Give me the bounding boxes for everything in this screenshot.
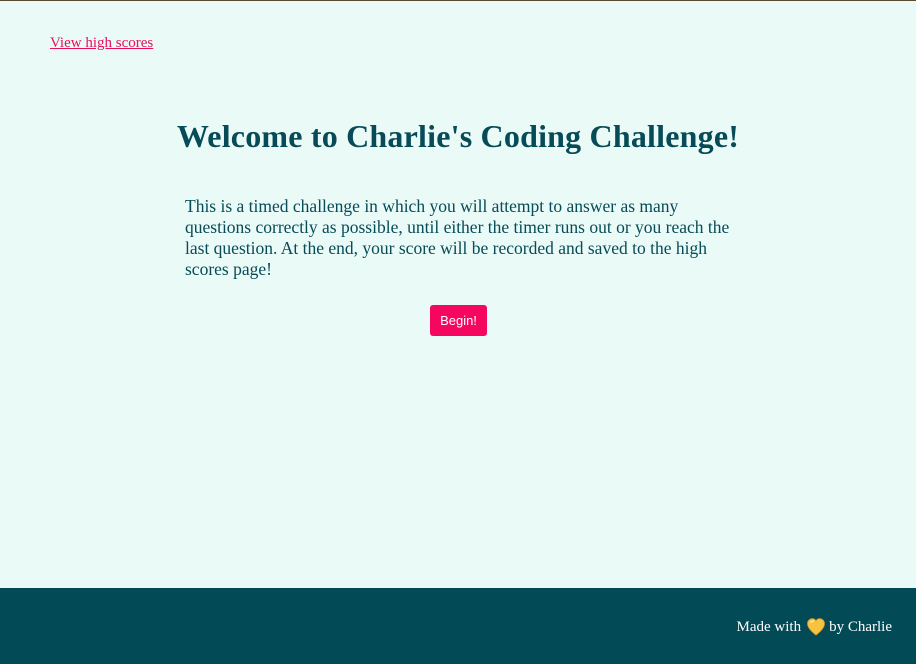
footer-credit: Made with by Charlie bbox=[737, 617, 892, 637]
footer: Made with by Charlie bbox=[0, 588, 916, 664]
by-author-text: by Charlie bbox=[829, 618, 892, 635]
view-high-scores-link[interactable]: View high scores bbox=[50, 35, 153, 52]
made-with-text: Made with bbox=[736, 618, 802, 635]
yellow-heart-icon bbox=[806, 617, 826, 637]
intro-text: This is a timed challenge in which you w… bbox=[185, 196, 730, 279]
begin-button[interactable]: Begin! bbox=[430, 305, 487, 336]
page-title: Welcome to Charlie's Coding Challenge! bbox=[176, 118, 740, 154]
top-border bbox=[0, 0, 916, 1]
